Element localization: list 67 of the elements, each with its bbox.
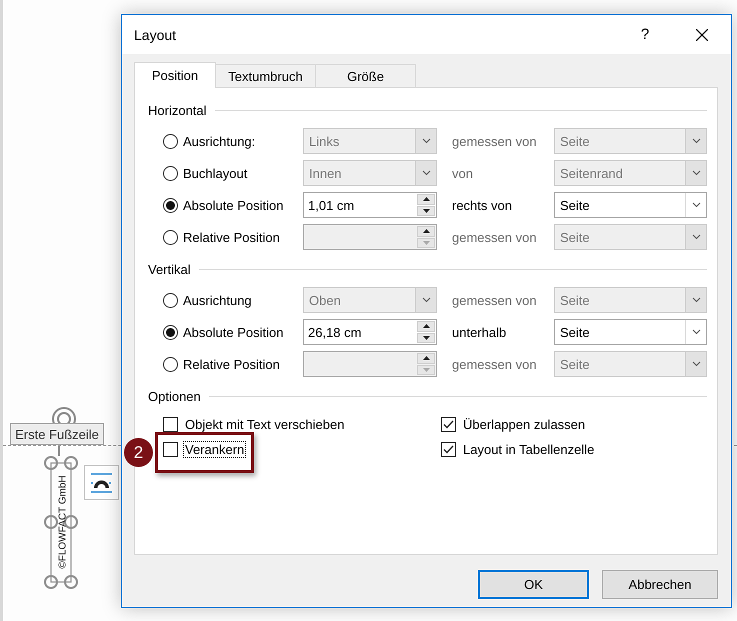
down-arrow-icon	[422, 208, 430, 213]
spin-field[interactable]: 26,18 cm	[303, 319, 437, 345]
checkbox-label: Verankern	[184, 442, 246, 456]
chevron-down-icon	[422, 297, 430, 303]
section-heading: Optionen	[148, 388, 201, 404]
spin-down-button[interactable]	[417, 206, 435, 216]
relation-label: gemessen von	[452, 230, 538, 244]
radio-button[interactable]	[163, 324, 178, 340]
chevron-down-icon	[692, 234, 700, 240]
checkbox[interactable]	[441, 442, 456, 456]
radio-label: Relative Position	[183, 230, 281, 244]
spin-up-button[interactable]	[417, 194, 435, 204]
window-title: Layout	[134, 26, 178, 42]
up-arrow-icon	[422, 324, 430, 328]
check-icon	[443, 444, 454, 454]
section-heading: Horizontal	[148, 102, 207, 118]
dialog-button[interactable]: OK	[478, 570, 589, 599]
chevron-down-icon	[692, 329, 700, 335]
footer-tag: Erste Fußzeile	[10, 423, 104, 445]
tab[interactable]: Größe	[316, 64, 416, 87]
relation-label: gemessen von	[452, 356, 538, 372]
down-arrow-icon	[422, 240, 430, 245]
chevron-down-icon	[692, 361, 700, 367]
relation-label: von	[452, 166, 474, 180]
frame-text: ©FLOWFACT GmbH	[58, 475, 68, 569]
checkbox[interactable]	[441, 416, 456, 432]
dropdown[interactable]: Seite	[554, 319, 707, 345]
radio-label: Ausrichtung:	[183, 134, 256, 148]
down-arrow-icon	[422, 368, 430, 372]
radio-label: Relative Position	[183, 356, 281, 372]
spin-field[interactable]: 1,01 cm	[303, 192, 437, 218]
layout-options-icon[interactable]	[84, 465, 119, 500]
checkbox[interactable]	[163, 442, 178, 456]
checkbox[interactable]	[163, 416, 178, 432]
chevron-down-icon	[692, 138, 700, 144]
spin-down-button[interactable]	[417, 332, 435, 343]
radio-label: Ausrichtung	[183, 292, 253, 308]
dropdown[interactable]: Seite	[554, 192, 707, 218]
radio-label: Absolute Position	[183, 324, 284, 340]
up-arrow-icon	[422, 229, 430, 234]
close-icon	[696, 28, 708, 40]
down-arrow-icon	[422, 336, 430, 340]
up-arrow-icon	[422, 197, 430, 202]
chevron-down-icon	[422, 170, 430, 176]
chevron-down-icon	[422, 138, 430, 144]
radio-button[interactable]	[163, 198, 178, 212]
chevron-down-icon	[692, 170, 700, 176]
spin-up-button[interactable]	[417, 321, 435, 332]
relation-label: gemessen von	[452, 134, 538, 148]
relation-label: rechts von	[452, 198, 513, 212]
dialog-button[interactable]: Abbrechen	[602, 570, 718, 599]
checkbox-label: Layout in Tabellenzelle	[462, 442, 596, 456]
help-button[interactable]: ?	[625, 15, 665, 54]
check-icon	[443, 420, 454, 428]
chevron-down-icon	[692, 297, 700, 303]
tab[interactable]: Textumbruch	[216, 64, 316, 87]
relation-label: gemessen von	[452, 292, 538, 308]
tab[interactable]: Position	[134, 62, 216, 88]
checkbox-label: Überlappen zulassen	[462, 416, 586, 432]
anchor-drawing	[49, 404, 79, 424]
radio-label: Absolute Position	[183, 198, 284, 212]
relation-label: unterhalb	[452, 324, 508, 340]
checkbox-label: Objekt mit Text verschieben	[184, 416, 346, 432]
up-arrow-icon	[422, 356, 430, 360]
section-heading: Vertikal	[148, 262, 191, 276]
radio-label: Buchlayout	[183, 166, 248, 180]
chevron-down-icon	[692, 202, 700, 208]
